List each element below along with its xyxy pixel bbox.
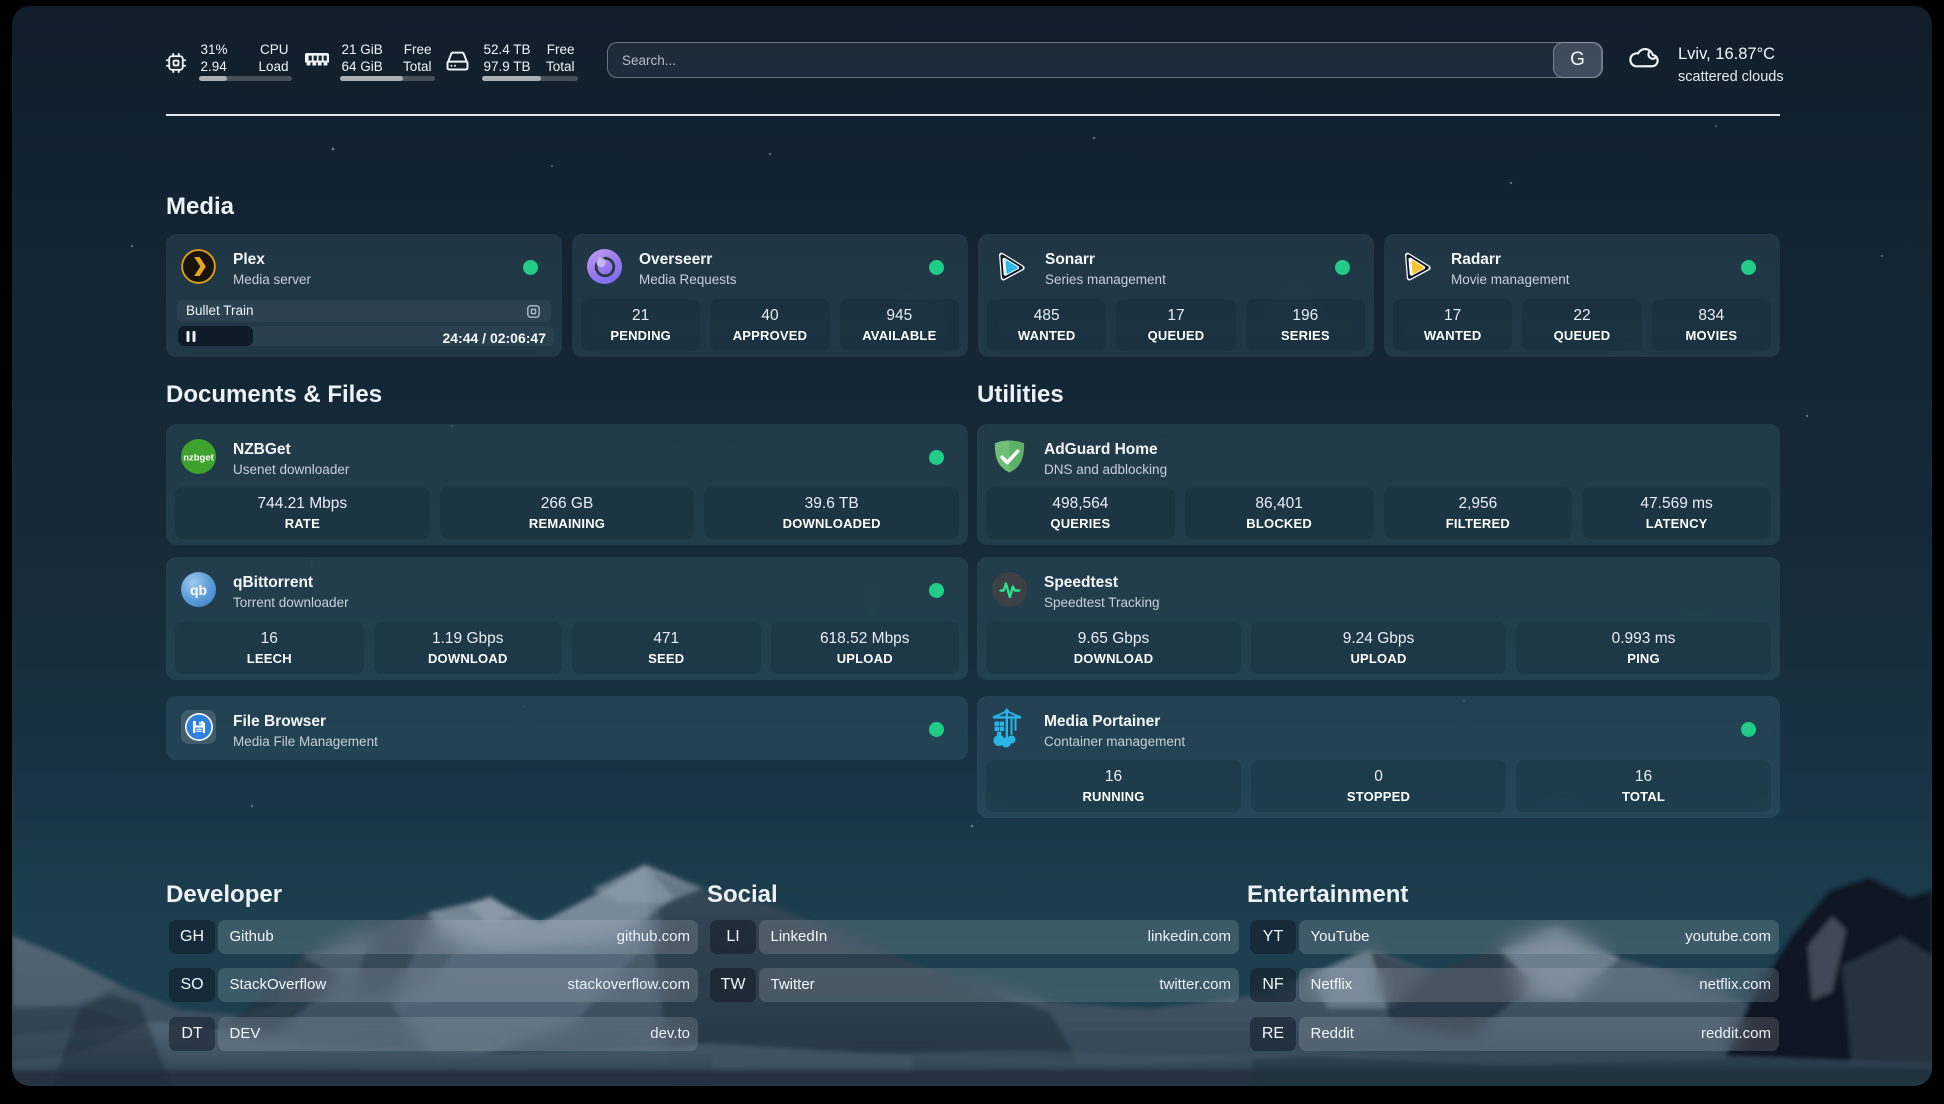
svg-text:qb: qb bbox=[190, 582, 207, 598]
svg-text:nzbget: nzbget bbox=[183, 453, 214, 464]
